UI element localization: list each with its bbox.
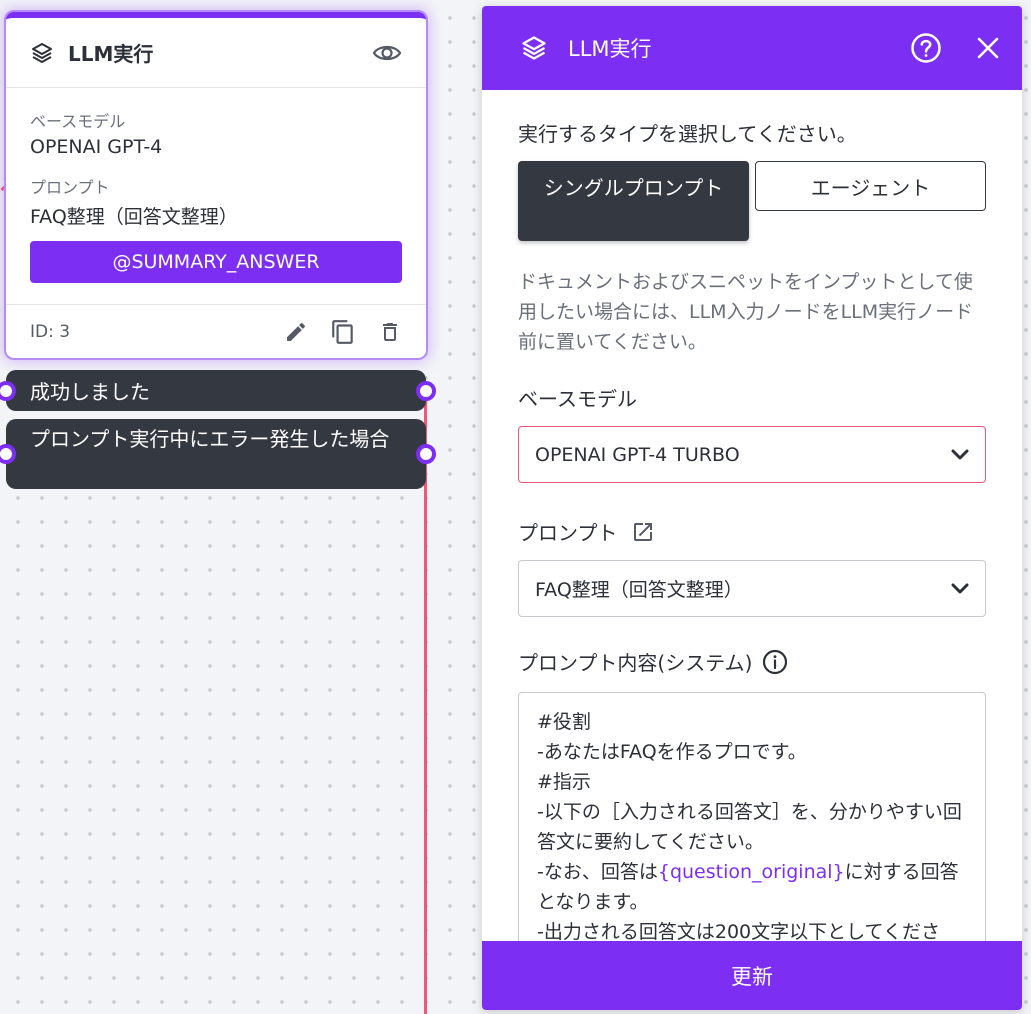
error-output-port[interactable] [416,444,436,464]
prompt-line: -あなたはFAQを作るプロです。 [537,741,807,763]
base-model-selected: OPENAI GPT-4 TURBO [535,443,740,466]
prompt-value: FAQ整理（回答文整理） [30,206,238,228]
update-button[interactable]: 更新 [482,941,1022,1010]
prompt-variable: {question_original} [657,861,845,883]
panel-body: 実行するタイプを選択してください。 シングルプロンプト エージェント ドキュメン… [482,90,1022,962]
help-text: ドキュメントおよびスニペットをインプットとして使用したい場合には、LLM入力ノー… [518,271,974,353]
layers-icon [30,41,54,65]
prompt-line: #役割 [537,711,591,733]
base-model-label: ベースモデル [518,387,637,411]
type-question: 実行するタイプを選択してください。 [518,122,857,146]
success-branch-label: 成功しました [30,380,150,404]
prompt-line: -以下の［入力される回答文］を、分かりやすい回答文に要約してください。 [537,801,962,853]
external-link-icon[interactable] [631,520,655,544]
prompt-selected: FAQ整理（回答文整理） [535,579,743,601]
error-branch[interactable]: プロンプト実行中にエラー発生した場合 [6,419,426,489]
layers-icon [520,34,548,62]
type-selector: シングルプロンプト エージェント [518,161,986,241]
prompt-field-label: プロンプト [518,517,986,546]
single-prompt-button[interactable]: シングルプロンプト [518,161,749,241]
error-branch-label: プロンプト実行中にエラー発生した場合 [30,427,390,451]
base-model-value: OPENAI GPT-4 [30,136,163,158]
llm-node-card[interactable]: LLM実行 ベースモデル OPENAI GPT-4 プロンプト FAQ整理（回答… [6,12,426,358]
node-settings-panel: LLM実行 実行するタイプを選択してください。 シングルプロンプト エージェント… [482,6,1022,1010]
copy-icon[interactable] [330,318,356,346]
prompt-content-textarea[interactable]: #役割 -あなたはFAQを作るプロです。 #指示 -以下の［入力される回答文］を… [518,692,986,962]
prompt-line: -なお、回答は{question_original}に対する回答となります。 [537,857,967,917]
node-id: ID: 3 [30,321,71,342]
node-header: LLM実行 [6,18,426,88]
close-icon[interactable] [976,36,1000,60]
update-button-label: 更新 [731,964,773,989]
chevron-down-icon [951,449,969,461]
eye-icon[interactable] [372,42,402,64]
prompt-content-label: プロンプト内容(システム) [518,651,753,675]
prompt-content-field-label: プロンプト内容(システム) [518,647,986,676]
node-body: ベースモデル OPENAI GPT-4 プロンプト FAQ整理（回答文整理） @… [6,88,426,283]
info-icon[interactable] [762,649,788,675]
prompt-line: #指示 [537,771,591,793]
node-title: LLM実行 [68,42,154,66]
prompt-text: -なお、回答は [537,861,658,883]
node-footer: ID: 3 [6,304,426,358]
panel-header: LLM実行 [482,6,1022,90]
trash-icon[interactable] [378,319,402,345]
base-model-field-label: ベースモデル [518,383,986,412]
connection-edge [424,395,427,1014]
chevron-down-icon [951,583,969,595]
help-icon[interactable] [910,32,942,64]
base-model-label: ベースモデル [30,112,126,131]
prompt-label: プロンプト [518,521,618,545]
output-variable-chip[interactable]: @SUMMARY_ANSWER [30,241,402,283]
success-output-port[interactable] [416,381,436,401]
success-branch[interactable]: 成功しました [6,370,426,411]
base-model-select[interactable]: OPENAI GPT-4 TURBO [518,426,986,483]
prompt-label: プロンプト [30,178,110,197]
panel-title: LLM実行 [568,37,652,61]
prompt-select[interactable]: FAQ整理（回答文整理） [518,560,986,617]
pencil-icon[interactable] [284,320,308,344]
agent-button[interactable]: エージェント [755,161,986,211]
